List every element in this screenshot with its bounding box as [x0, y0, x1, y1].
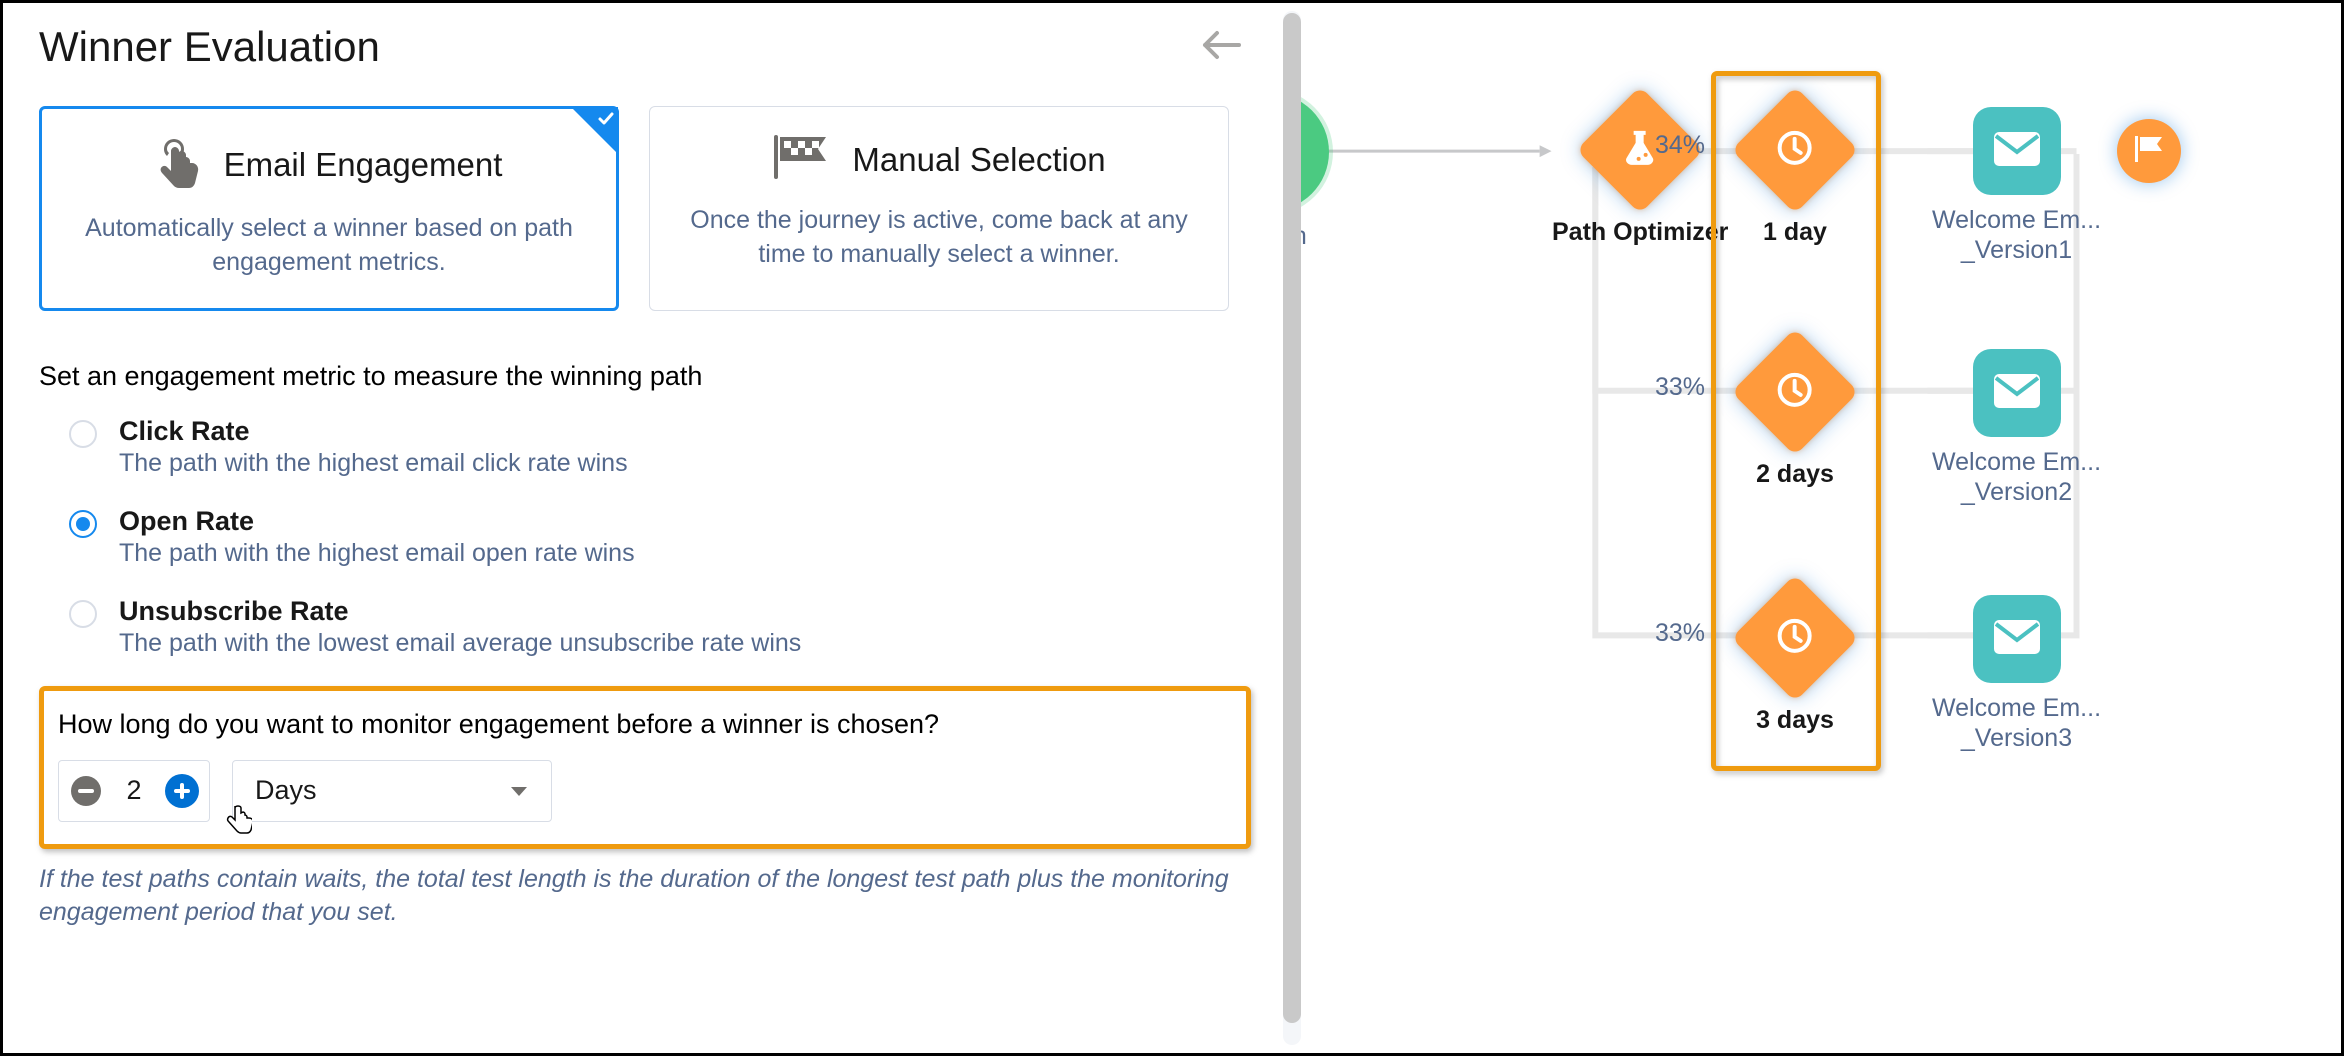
radio-unsubscribe-rate[interactable]: Unsubscribe Rate The path with the lowes…	[69, 596, 1251, 658]
card-email-engagement[interactable]: Email Engagement Automatically select a …	[39, 106, 619, 311]
email-label: Welcome Em... _Version3	[1932, 693, 2101, 753]
clock-icon	[1776, 371, 1814, 414]
duration-stepper[interactable]: 2	[58, 760, 210, 822]
panel-title: Winner Evaluation	[39, 23, 380, 71]
finish-flag-icon	[2132, 134, 2166, 169]
split-percent: 34%	[1655, 131, 1705, 160]
radio-icon	[69, 600, 97, 628]
chevron-down-icon	[509, 775, 529, 806]
entry-node[interactable]	[1301, 93, 1329, 211]
radio-description: The path with the highest email click ra…	[119, 449, 628, 478]
card-manual-selection[interactable]: Manual Selection Once the journey is act…	[649, 106, 1229, 311]
split-percent: 33%	[1655, 619, 1705, 648]
wait-label: 1 day	[1763, 217, 1827, 247]
back-arrow-icon[interactable]	[1201, 29, 1241, 66]
footnote: If the test paths contain waits, the tot…	[39, 863, 1251, 931]
finish-flag-icon	[772, 133, 830, 186]
card-description: Automatically select a winner based on p…	[70, 212, 588, 280]
envelope-icon	[1992, 130, 2042, 173]
wait-node-2[interactable]	[1731, 328, 1858, 455]
increment-button[interactable]	[167, 776, 197, 806]
wait-label: 3 days	[1756, 705, 1834, 735]
scrollbar[interactable]	[1283, 11, 1301, 1045]
radio-open-rate[interactable]: Open Rate The path with the highest emai…	[69, 506, 1251, 568]
scrollbar-thumb[interactable]	[1283, 13, 1301, 1023]
radio-label: Click Rate	[119, 416, 628, 447]
end-node[interactable]	[2117, 119, 2181, 183]
email-label: Welcome Em... _Version2	[1932, 447, 2101, 507]
duration-unit-select[interactable]: Days	[232, 760, 552, 822]
optimizer-label: Path Optimizer	[1552, 217, 1728, 247]
radio-label: Open Rate	[119, 506, 635, 537]
radio-label: Unsubscribe Rate	[119, 596, 801, 627]
selected-checkmark-icon	[571, 107, 618, 154]
wait-node-3[interactable]	[1731, 574, 1858, 701]
envelope-icon	[1992, 372, 2042, 415]
email-node-2[interactable]	[1973, 349, 2061, 437]
duration-question: How long do you want to monitor engageme…	[58, 709, 1232, 740]
clock-icon	[1776, 129, 1814, 172]
metric-section-label: Set an engagement metric to measure the …	[39, 361, 1251, 392]
decrement-button[interactable]	[71, 776, 101, 806]
card-description: Once the journey is active, come back at…	[678, 204, 1200, 272]
wait-label: 2 days	[1756, 459, 1834, 489]
journey-canvas[interactable]: ension Path Optimizer 34% 33% 33% 1 day	[1301, 3, 2341, 1053]
split-percent: 33%	[1655, 373, 1705, 402]
duration-value: 2	[121, 775, 147, 806]
envelope-icon	[1992, 618, 2042, 661]
email-label: Welcome Em... _Version1	[1932, 205, 2101, 265]
duration-highlight: How long do you want to monitor engageme…	[39, 686, 1251, 849]
radio-icon	[69, 510, 97, 538]
card-title: Manual Selection	[852, 141, 1105, 179]
radio-description: The path with the highest email open rat…	[119, 539, 635, 568]
email-node-1[interactable]	[1973, 107, 2061, 195]
card-title: Email Engagement	[224, 146, 503, 184]
clock-icon	[1776, 617, 1814, 660]
entry-label: ension	[1301, 221, 1307, 251]
unit-value: Days	[255, 775, 317, 806]
touch-icon	[156, 135, 202, 194]
email-node-3[interactable]	[1973, 595, 2061, 683]
wait-node-1[interactable]	[1731, 86, 1858, 213]
radio-icon	[69, 420, 97, 448]
cursor-pointer-icon	[226, 804, 252, 839]
radio-click-rate[interactable]: Click Rate The path with the highest ema…	[69, 416, 1251, 478]
radio-description: The path with the lowest email average u…	[119, 629, 801, 658]
